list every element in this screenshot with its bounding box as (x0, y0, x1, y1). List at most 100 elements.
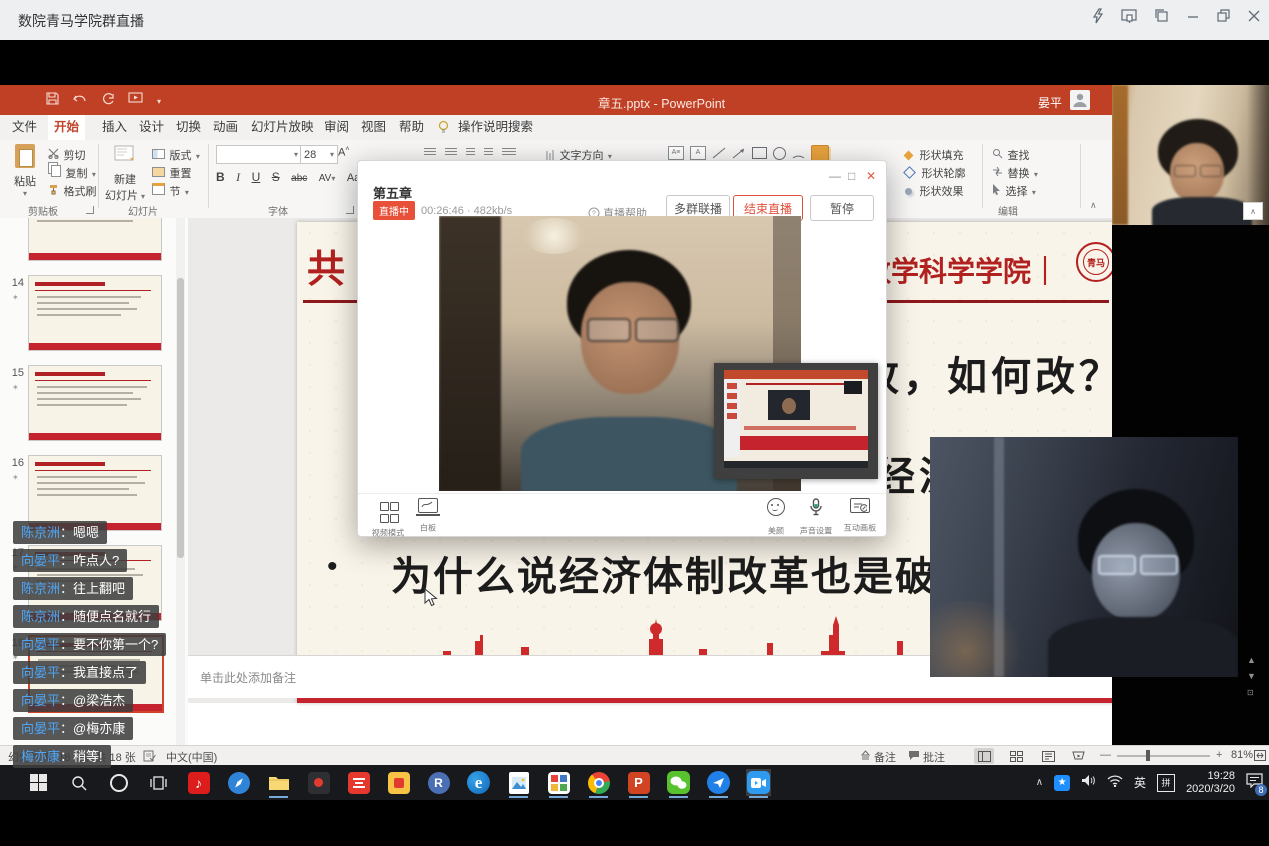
zoom-level[interactable]: 81% (1231, 749, 1253, 761)
language-indicator[interactable]: 中文(中国) (166, 749, 217, 765)
slideshow-view-button[interactable] (1068, 748, 1088, 764)
bold-button[interactable]: B (216, 170, 225, 184)
comments-toggle-icon[interactable] (908, 750, 920, 764)
slide-sorter-view-button[interactable] (1006, 748, 1026, 764)
tim-icon[interactable] (706, 769, 731, 796)
compass-app-icon[interactable] (226, 769, 251, 796)
bullets-icon[interactable] (424, 148, 436, 157)
cortana-icon[interactable] (106, 769, 131, 796)
chrome-icon[interactable] (586, 769, 611, 796)
customize-qat-icon[interactable]: ▾ (157, 97, 161, 106)
zoom-out-button[interactable]: — (1100, 749, 1111, 761)
task-view-icon[interactable] (146, 769, 171, 796)
redo-icon[interactable] (101, 92, 114, 110)
recorder-app-icon[interactable] (306, 769, 331, 796)
tab-file[interactable]: 文件 (6, 115, 43, 140)
previous-slide-button[interactable]: ▲ (1247, 655, 1256, 665)
new-slide-button[interactable]: 新建幻灯片 ▾ (104, 144, 146, 203)
oval-shape-icon[interactable] (773, 147, 786, 160)
copy-button[interactable]: 复制 ▾ (48, 164, 96, 182)
scroll-up-button[interactable]: ∧ (1243, 202, 1263, 220)
tray-star-app-icon[interactable]: ★ (1054, 775, 1070, 791)
spellcheck-icon[interactable] (143, 750, 156, 765)
section-button[interactable]: 节 ▾ (152, 182, 189, 200)
taskbar-search-icon[interactable] (66, 769, 91, 796)
tray-chevron-icon[interactable]: ∧ (1036, 777, 1043, 788)
live-close-icon[interactable]: ✕ (866, 169, 876, 183)
font-size-select[interactable]: 28▾ (300, 145, 338, 164)
start-slideshow-icon[interactable] (128, 92, 143, 110)
char-spacing-button[interactable]: AV▾ (319, 173, 336, 184)
edge-browser-icon[interactable]: e (466, 769, 491, 796)
find-button[interactable]: 查找 (992, 146, 1029, 164)
tell-me-search[interactable]: 操作说明搜索 (452, 115, 539, 140)
powerpoint-icon[interactable]: P (626, 769, 651, 796)
video-mode-button[interactable]: 视频模式 (366, 498, 410, 539)
minimize-icon[interactable] (1186, 8, 1200, 24)
reset-button[interactable]: 重置 (152, 164, 191, 182)
photo-viewer-icon[interactable] (506, 769, 531, 796)
collapse-ribbon-icon[interactable]: ∧ (1090, 200, 1097, 211)
shape-outline-button[interactable]: 形状轮廓 (905, 164, 965, 182)
screen-share-pip[interactable] (714, 363, 878, 479)
duplicate-window-icon[interactable] (1154, 8, 1170, 24)
slideshow-shortcut-icon[interactable]: ⊡ (1247, 688, 1254, 697)
arc-shape-icon[interactable] (792, 148, 805, 159)
save-icon[interactable] (46, 92, 59, 110)
ime-mode-icon[interactable]: 拼 (1157, 774, 1175, 792)
arrow-shape-icon[interactable] (732, 147, 746, 159)
select-button[interactable]: 选择 ▾ (992, 182, 1036, 200)
shape-fill-button[interactable]: 形状填充 (905, 146, 963, 164)
font-name-select[interactable]: ▾ (216, 145, 302, 164)
shape-effects-button[interactable]: 形状效果 (905, 182, 963, 200)
clipboard-dialog-launcher[interactable] (86, 206, 94, 214)
volume-icon[interactable] (1081, 774, 1096, 792)
interactive-board-button[interactable]: 互动画板 (838, 498, 882, 534)
live-minimize-icon[interactable]: — (829, 169, 841, 183)
photos-app-icon[interactable] (546, 769, 571, 796)
restore-icon[interactable] (1216, 8, 1231, 24)
taskbar-clock[interactable]: 19:282020/3/20 (1186, 770, 1235, 796)
netease-music-icon[interactable]: ♪ (186, 769, 211, 796)
rectangle-shape-icon[interactable] (752, 147, 767, 159)
file-explorer-icon[interactable] (266, 769, 291, 796)
reading-view-button[interactable] (1038, 748, 1058, 764)
zoom-slider-thumb[interactable] (1146, 750, 1150, 761)
shape-quick-style[interactable] (811, 145, 829, 161)
line-shape-icon[interactable] (712, 147, 726, 159)
cut-button[interactable]: 剪切 (48, 146, 85, 164)
fit-to-window-button[interactable] (1254, 750, 1266, 764)
format-painter-button[interactable]: 格式刷 (48, 182, 96, 200)
tab-review[interactable]: 审阅 (318, 115, 355, 140)
live-maximize-icon[interactable]: □ (848, 169, 855, 183)
webcam-feed-bottom[interactable] (930, 437, 1238, 677)
ime-language-indicator[interactable]: 英 (1134, 774, 1146, 791)
account-avatar[interactable] (1070, 90, 1090, 110)
abc-button[interactable]: abc (291, 173, 307, 184)
red-app-icon[interactable] (346, 769, 371, 796)
zoom-in-button[interactable]: + (1216, 749, 1222, 761)
tab-animations[interactable]: 动画 (207, 115, 244, 140)
tab-home[interactable]: 开始 (48, 115, 85, 140)
indent-increase-icon[interactable] (484, 148, 493, 157)
beauty-filter-button[interactable]: 美颜 (754, 498, 798, 537)
comments-toggle[interactable]: 批注 (923, 749, 945, 765)
yellow-app-icon[interactable] (386, 769, 411, 796)
undo-icon[interactable] (73, 92, 87, 110)
whiteboard-button[interactable]: 白板 (406, 498, 450, 534)
italic-button[interactable]: I (236, 170, 240, 184)
panel-scrollbar[interactable] (176, 218, 185, 745)
pin-window-icon[interactable] (1121, 8, 1138, 24)
underline-button[interactable]: U (252, 170, 261, 184)
lightning-icon[interactable] (1091, 8, 1105, 24)
zoom-slider-track[interactable] (1117, 755, 1210, 757)
indent-decrease-icon[interactable] (466, 148, 475, 157)
replace-button[interactable]: 替换 ▾ (992, 164, 1038, 182)
vertical-textbox-icon[interactable]: A (690, 146, 706, 160)
layout-button[interactable]: 版式 ▾ (152, 146, 200, 164)
wifi-icon[interactable] (1107, 774, 1123, 792)
font-dialog-launcher[interactable] (346, 206, 354, 214)
paste-button[interactable]: 粘贴▾ (8, 144, 42, 198)
notification-center-icon[interactable]: 8 (1246, 773, 1263, 793)
tab-help[interactable]: 帮助 (393, 115, 430, 140)
